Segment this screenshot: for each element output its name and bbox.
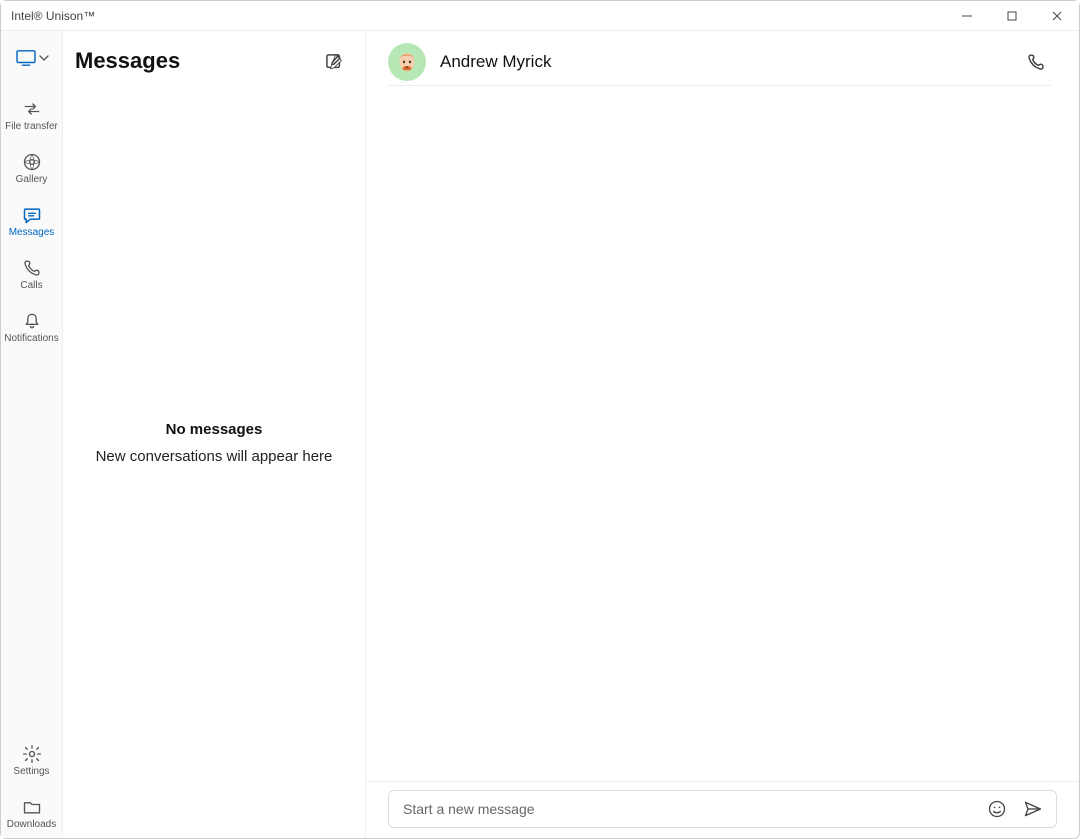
sidebar-item-label: Messages [9,227,55,238]
empty-subtitle: New conversations will appear here [96,448,333,465]
conversation-column: Andrew Myrick [366,31,1079,838]
compose-bar [366,781,1079,838]
sidebar-item-gallery[interactable]: Gallery [1,152,62,185]
maximize-icon [1007,11,1017,21]
conversation-body [366,91,1079,781]
sidebar-item-notifications[interactable]: Notifications [1,311,62,344]
window-controls [944,1,1079,30]
sidebar: File transfer Gallery Messages Calls [1,31,63,838]
sidebar-item-file-transfer[interactable]: File transfer [1,99,62,132]
contact-name: Andrew Myrick [440,52,551,72]
notifications-icon [21,311,43,331]
close-icon [1052,11,1062,21]
conversation-header: Andrew Myrick [366,31,1079,91]
phone-icon [1026,52,1046,72]
compose-icon [324,52,344,72]
minimize-icon [962,11,972,21]
sidebar-item-messages[interactable]: Messages [1,205,62,238]
messages-title: Messages [75,48,180,74]
messages-empty-state: No messages New conversations will appea… [63,91,365,838]
empty-title: No messages [166,421,263,438]
sidebar-item-calls[interactable]: Calls [1,258,62,291]
call-button[interactable] [1021,47,1051,77]
message-input[interactable] [403,801,974,817]
chevron-down-icon [39,53,49,63]
window-title: Intel® Unison™ [11,9,95,23]
messages-column: Messages .compose-btn svg{display:none} … [63,31,366,838]
file-transfer-icon [21,99,43,119]
downloads-icon [21,797,43,817]
compose-field [388,790,1057,828]
gallery-icon [21,152,43,172]
minimize-button[interactable] [944,1,989,30]
emoji-button[interactable] [984,796,1010,822]
sidebar-item-label: Settings [13,766,49,777]
monitor-icon [15,49,37,67]
maximize-button[interactable] [989,1,1034,30]
settings-icon [21,744,43,764]
sidebar-item-label: Notifications [4,333,58,344]
avatar [388,43,426,81]
memoji-icon [392,47,422,77]
sidebar-item-label: Downloads [7,819,56,830]
sidebar-item-downloads[interactable]: Downloads [1,797,62,830]
emoji-icon [987,799,1007,819]
sidebar-item-label: Calls [20,280,42,291]
messages-icon [21,205,43,225]
send-icon [1023,799,1043,819]
calls-icon [21,258,43,278]
sidebar-item-settings[interactable]: Settings [1,744,62,777]
close-button[interactable] [1034,1,1079,30]
compose-button[interactable] [321,49,347,75]
titlebar: Intel® Unison™ [1,1,1079,31]
contact: Andrew Myrick [388,43,551,81]
send-button[interactable] [1020,796,1046,822]
messages-header: Messages [63,31,365,91]
sidebar-item-label: File transfer [5,121,58,132]
sidebar-item-label: Gallery [16,174,48,185]
device-selector[interactable] [15,49,49,67]
